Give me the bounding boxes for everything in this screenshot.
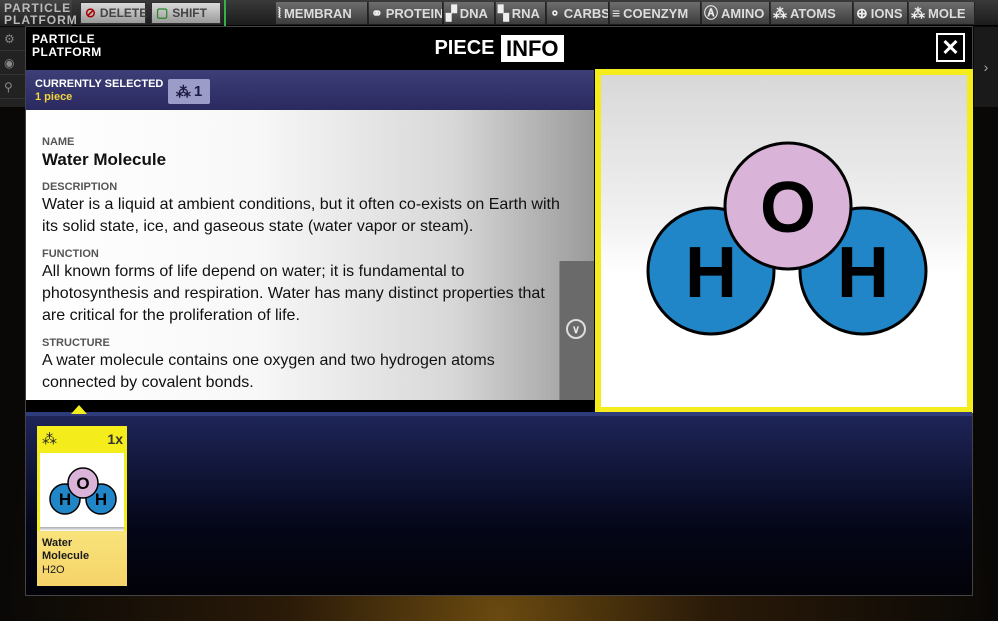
category-rna[interactable]: ▚ RNA [496, 2, 546, 24]
card-footer: Water Molecule H2O [37, 531, 127, 586]
description-label: DESCRIPTION [42, 181, 118, 193]
delete-button[interactable]: ⊘ DELETE [80, 2, 148, 24]
card-name-line2: Molecule [42, 550, 90, 562]
molecule-preview-frame: H H O [595, 69, 973, 413]
molecule-icon: ⁂ [911, 4, 925, 21]
selection-bar: CURRENTLY SELECTED 1 piece ⁂ 1 [26, 70, 594, 110]
description-value: Water is a liquid at ambient conditions,… [42, 196, 560, 235]
sidebar-gear-icon[interactable]: ⚙ [0, 27, 26, 51]
selection-label: CURRENTLY SELECTED [35, 78, 164, 90]
title-piece: PIECE [434, 37, 495, 59]
category-label: IONS [870, 5, 903, 21]
molecule-icon: ⁂ [42, 431, 57, 448]
selection-badge[interactable]: ⁂ 1 [168, 79, 210, 104]
name-value: Water Molecule [42, 150, 167, 169]
molecule-icon: ⁂ [175, 83, 191, 101]
background-sidebar: ⚙ ◉ ⚲ [0, 27, 26, 107]
thumb-oxygen: O [76, 474, 89, 493]
hydrogen-label-left: H [685, 233, 737, 313]
structure-label: STRUCTURE [42, 337, 110, 349]
shift-label: SHIFT [172, 6, 207, 20]
card-name-line1: Water [42, 537, 73, 549]
water-molecule-thumbnail: H H O [49, 467, 117, 515]
selection-badge-count: 1 [193, 83, 203, 100]
background-toolbar: PARTICLE PLATFORM ⊘ DELETE ▢ SHIFT ⦚ MEM… [0, 0, 998, 26]
membrane-icon: ⦚ [278, 4, 281, 21]
tray-pointer [71, 405, 87, 414]
category-ions[interactable]: ⊕ IONS [854, 2, 908, 24]
thumb-hydrogen-right: H [95, 490, 107, 509]
thumb-hydrogen-left: H [59, 490, 71, 509]
category-label: RNA [511, 5, 540, 21]
close-icon: ✕ [941, 34, 960, 60]
card-formula: H2O [42, 564, 65, 576]
coenzyme-icon: ≡ [612, 5, 621, 21]
category-dna[interactable]: ▞ DNA [444, 2, 495, 24]
category-molecules[interactable]: ⁂ MOLE [909, 2, 975, 24]
piece-tray [26, 412, 972, 595]
category-label: ATOMS [790, 5, 836, 21]
background-logo-line2: PLATFORM [4, 13, 78, 27]
piece-card-water[interactable]: ⁂ 1x H H O Water Molecule H2O [37, 426, 127, 586]
name-label: NAME [42, 136, 75, 148]
delete-icon: ⊘ [85, 5, 96, 20]
protein-icon: ⚭ [371, 4, 383, 21]
molecule-preview: H H O [601, 75, 967, 407]
info-content: NAME Water Molecule DESCRIPTION Water is… [42, 136, 562, 400]
sidebar-tool-icon[interactable]: ⚲ [0, 75, 26, 99]
shift-icon: ▢ [156, 5, 169, 20]
info-panel: NAME Water Molecule DESCRIPTION Water is… [26, 110, 594, 400]
ions-icon: ⊕ [856, 4, 868, 21]
modal-header: PARTICLE PLATFORM PIECE INFO ✕ [26, 27, 972, 70]
atoms-icon: ⁂ [773, 4, 787, 21]
close-button[interactable]: ✕ [936, 33, 965, 62]
card-quantity: 1x [107, 431, 123, 447]
scroll-right-icon[interactable]: › [974, 27, 998, 107]
category-coenzyme[interactable]: ≡ COENZYM [610, 2, 701, 24]
function-label: FUNCTION [42, 248, 99, 260]
water-molecule-image: H H O [646, 141, 928, 336]
delete-label: DELETE [99, 6, 148, 20]
scroll-down-icon[interactable]: ∨ [566, 319, 586, 339]
modal-title: PIECE INFO [26, 35, 972, 62]
amino-icon: Ⓐ [704, 5, 718, 21]
category-label: MOLE [928, 5, 966, 21]
category-label: COENZYM [623, 5, 689, 21]
card-header: ⁂ 1x [37, 426, 127, 452]
sidebar-view-icon[interactable]: ◉ [0, 51, 26, 75]
category-carbs[interactable]: ⚬ CARBS [547, 2, 609, 24]
category-label: CARBS [563, 5, 609, 21]
category-membrane[interactable]: ⦚ MEMBRAN [276, 2, 368, 24]
dna-icon: ▞ [446, 4, 457, 21]
category-amino[interactable]: Ⓐ AMINO [702, 2, 770, 24]
category-label: MEMBRAN [283, 5, 352, 21]
toolbar-divider [224, 0, 226, 26]
shift-button[interactable]: ▢ SHIFT [151, 2, 221, 24]
structure-value: A water molecule contains one oxygen and… [42, 352, 495, 391]
category-protein[interactable]: ⚭ PROTEIN [369, 2, 443, 24]
title-info: INFO [500, 35, 564, 62]
background-logo: PARTICLE PLATFORM [0, 0, 78, 27]
oxygen-atom: O [723, 141, 853, 271]
category-label: PROTEIN [385, 5, 443, 21]
function-value: All known forms of life depend on water;… [42, 263, 545, 324]
rna-icon: ▚ [498, 4, 509, 21]
card-molecule-thumbnail: H H O [40, 453, 124, 527]
card-name: Water Molecule [42, 537, 122, 563]
category-atoms[interactable]: ⁂ ATOMS [771, 2, 853, 24]
category-label: AMINO [721, 5, 765, 21]
category-label: DNA [459, 5, 488, 21]
hydrogen-label-right: H [837, 233, 889, 313]
selection-count: 1 piece [35, 91, 73, 103]
oxygen-label: O [760, 168, 816, 248]
piece-info-modal: PARTICLE PLATFORM PIECE INFO ✕ CURRENTLY… [25, 26, 973, 596]
carbs-icon: ⚬ [549, 4, 561, 21]
